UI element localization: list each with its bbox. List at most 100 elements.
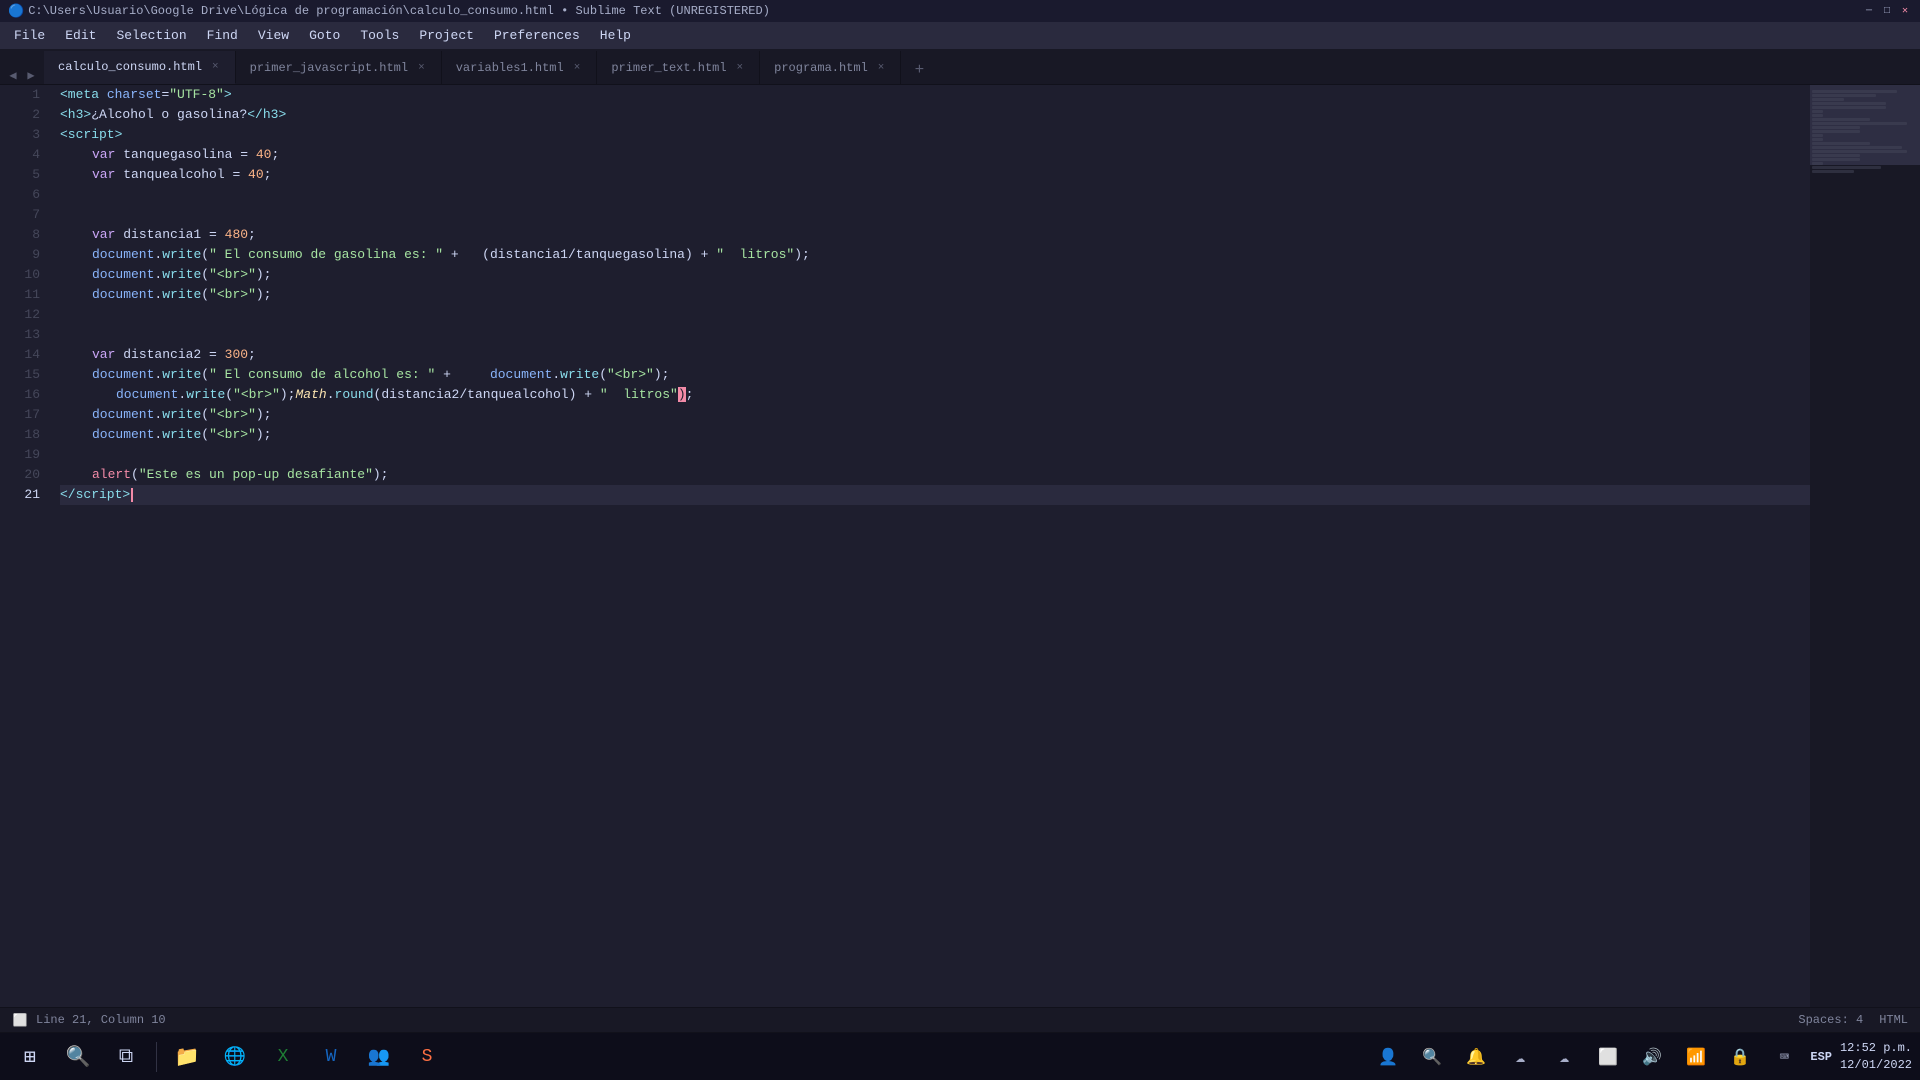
code-line-18: document.write("<br>"); [60, 425, 1810, 445]
tab-primer-text[interactable]: primer_text.html × [597, 51, 760, 84]
line-number: 10 [0, 265, 40, 285]
tab-variables1[interactable]: variables1.html × [442, 51, 598, 84]
status-icon: ⬜ [12, 1012, 28, 1028]
code-line-11: document.write("<br>"); [60, 285, 1810, 305]
code-line-14: var distancia2 = 300; [60, 345, 1810, 365]
menu-help[interactable]: Help [590, 24, 641, 47]
menu-selection[interactable]: Selection [106, 24, 196, 47]
line-number: 9 [0, 245, 40, 265]
line-numbers: 1 2 3 4 5 6 7 8 9 10 11 12 13 14 15 16 1… [0, 85, 48, 1007]
new-tab-button[interactable]: + [905, 56, 933, 84]
tab-label: primer_javascript.html [250, 61, 408, 75]
code-line-19 [60, 445, 1810, 465]
close-button[interactable]: ✕ [1898, 4, 1912, 18]
taskview-button[interactable]: ⧉ [104, 1035, 148, 1079]
file-explorer-button[interactable]: 📁 [165, 1035, 209, 1079]
tab-bar: ◀ ▶ calculo_consumo.html × primer_javasc… [0, 50, 1920, 85]
tab-navigation: ◀ ▶ [0, 66, 44, 84]
maximize-button[interactable]: □ [1880, 4, 1894, 18]
start-button[interactable]: ⊞ [8, 1035, 52, 1079]
tab-close-button[interactable]: × [210, 60, 221, 74]
line-number: 17 [0, 405, 40, 425]
line-number: 11 [0, 285, 40, 305]
menu-bar: File Edit Selection Find View Goto Tools… [0, 22, 1920, 50]
line-number: 2 [0, 105, 40, 125]
menu-edit[interactable]: Edit [55, 24, 106, 47]
menu-tools[interactable]: Tools [350, 24, 409, 47]
code-line-16: document.write("<br>");Math.round(distan… [60, 385, 1810, 405]
tab-programa[interactable]: programa.html × [760, 51, 901, 84]
teams-button[interactable]: 👥 [357, 1035, 401, 1079]
line-number: 12 [0, 305, 40, 325]
search-button[interactable]: 🔍 [56, 1035, 100, 1079]
vpn-icon[interactable]: 🔒 [1722, 1039, 1758, 1075]
network-status-icon[interactable]: 📶 [1678, 1039, 1714, 1075]
menu-goto[interactable]: Goto [299, 24, 350, 47]
line-number: 15 [0, 365, 40, 385]
code-line-3: <script> [60, 125, 1810, 145]
taskmanager-icon[interactable]: ⬜ [1590, 1039, 1626, 1075]
code-line-12 [60, 305, 1810, 325]
title-bar-text: C:\Users\Usuario\Google Drive\Lógica de … [28, 4, 770, 18]
tab-close-button[interactable]: × [572, 61, 583, 75]
tab-label: variables1.html [456, 61, 564, 75]
clock-date: 12/01/2022 [1840, 1057, 1912, 1074]
language-selector[interactable]: ESP [1810, 1050, 1832, 1064]
menu-project[interactable]: Project [409, 24, 484, 47]
minimap [1810, 85, 1920, 1007]
tab-prev-button[interactable]: ◀ [4, 66, 22, 84]
menu-preferences[interactable]: Preferences [484, 24, 590, 47]
tab-next-button[interactable]: ▶ [22, 66, 40, 84]
code-line-20: alert("Este es un pop-up desafiante"); [60, 465, 1810, 485]
onedrive-icon[interactable]: ☁ [1546, 1039, 1582, 1075]
line-number: 16 [0, 385, 40, 405]
tab-close-button[interactable]: × [735, 61, 746, 75]
code-line-5: var tanquealcohol = 40; [60, 165, 1810, 185]
code-line-6 [60, 185, 1810, 205]
tab-close-button[interactable]: × [416, 61, 427, 75]
title-bar: 🔵 C:\Users\Usuario\Google Drive\Lógica d… [0, 0, 1920, 22]
network-icon[interactable]: 👤 [1370, 1039, 1406, 1075]
status-left: ⬜ Line 21, Column 10 [12, 1012, 166, 1028]
tab-label: calculo_consumo.html [58, 60, 202, 74]
tab-label: primer_text.html [611, 61, 726, 75]
code-line-2: <h3>¿Alcohol o gasolina?</h3> [60, 105, 1810, 125]
code-line-4: var tanquegasolina = 40; [60, 145, 1810, 165]
tab-calculo-consumo[interactable]: calculo_consumo.html × [44, 51, 236, 84]
language-indicator[interactable]: HTML [1879, 1013, 1908, 1027]
word-button[interactable]: W [309, 1035, 353, 1079]
excel-button[interactable]: X [261, 1035, 305, 1079]
menu-view[interactable]: View [248, 24, 299, 47]
notifications-icon[interactable]: 🔔 [1458, 1039, 1494, 1075]
code-line-10: document.write("<br>"); [60, 265, 1810, 285]
sublime-button[interactable]: S [405, 1035, 449, 1079]
chrome-button[interactable]: 🌐 [213, 1035, 257, 1079]
speaker-icon[interactable]: 🔊 [1634, 1039, 1670, 1075]
line-number: 21 [0, 485, 40, 505]
line-number: 3 [0, 125, 40, 145]
line-number: 8 [0, 225, 40, 245]
title-bar-controls: ─ □ ✕ [1862, 4, 1912, 18]
code-line-21: </script> [60, 485, 1810, 505]
taskbar: ⊞ 🔍 ⧉ 📁 🌐 X W 👥 S 👤 🔍 🔔 ☁ ☁ ⬜ 🔊 📶 🔒 ⌨ ES… [0, 1032, 1920, 1080]
minimize-button[interactable]: ─ [1862, 4, 1876, 18]
code-line-17: document.write("<br>"); [60, 405, 1810, 425]
line-number: 1 [0, 85, 40, 105]
search-sys-icon[interactable]: 🔍 [1414, 1039, 1450, 1075]
cloud-icon[interactable]: ☁ [1502, 1039, 1538, 1075]
status-bar: ⬜ Line 21, Column 10 Spaces: 4 HTML [0, 1007, 1920, 1032]
cursor-position: Line 21, Column 10 [36, 1013, 166, 1027]
line-number: 19 [0, 445, 40, 465]
tab-close-button[interactable]: × [876, 61, 887, 75]
editor-container: 1 2 3 4 5 6 7 8 9 10 11 12 13 14 15 16 1… [0, 85, 1920, 1007]
code-line-7 [60, 205, 1810, 225]
code-editor[interactable]: <meta charset="UTF-8"> <h3>¿Alcohol o ga… [48, 85, 1810, 1007]
spaces-indicator[interactable]: Spaces: 4 [1798, 1013, 1863, 1027]
system-clock[interactable]: 12:52 p.m. 12/01/2022 [1840, 1040, 1912, 1074]
line-number: 7 [0, 205, 40, 225]
tab-label: programa.html [774, 61, 868, 75]
menu-find[interactable]: Find [197, 24, 248, 47]
tab-primer-javascript[interactable]: primer_javascript.html × [236, 51, 442, 84]
menu-file[interactable]: File [4, 24, 55, 47]
keyboard-icon[interactable]: ⌨ [1766, 1039, 1802, 1075]
